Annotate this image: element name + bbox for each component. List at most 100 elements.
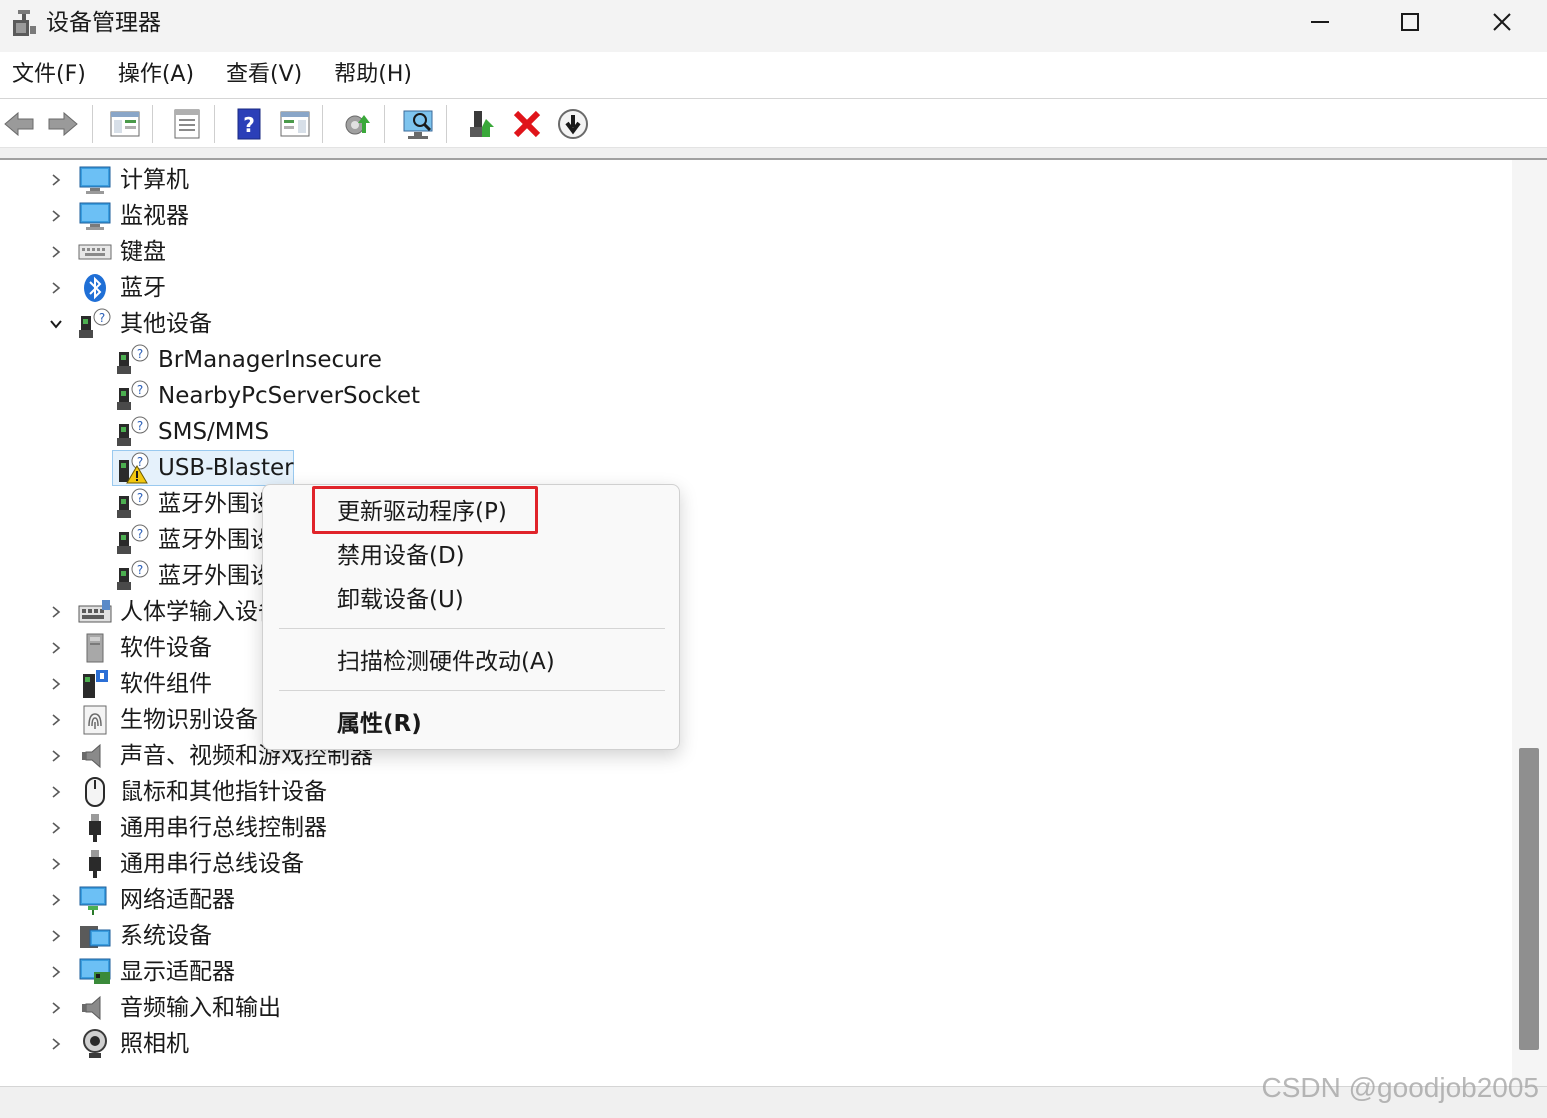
scan-hardware-button[interactable] [400,105,438,143]
back-button[interactable] [0,105,38,143]
chevron-right-icon[interactable] [44,234,68,270]
highlight-box [312,486,538,534]
scan-hardware-icon [403,110,433,139]
chevron-right-icon[interactable] [44,918,68,954]
tree-item-label: 软件组件 [120,671,212,697]
tree-item-label: BrManagerInsecure [158,347,382,373]
tree-item[interactable]: 照相机 [0,1026,1100,1062]
ctx-properties[interactable]: 属性(R) [337,707,422,741]
help-button[interactable]: ? [230,105,268,143]
tree-item[interactable]: 通用串行总线设备 [0,846,1100,882]
hid-icon [78,596,112,628]
toolbar: ? [0,98,1547,148]
watermark: CSDN @goodjob2005 [1261,1072,1539,1103]
tree-item-label: 键盘 [120,239,166,265]
ctx-scan-hardware[interactable]: 扫描检测硬件改动(A) [337,645,555,679]
unknown-device-icon: ? [116,416,150,448]
usb-icon [78,812,112,844]
forward-button[interactable] [44,105,82,143]
device-tree[interactable]: 计算机 监视器 键盘 蓝牙? 其他设备? BrManagerInsecure? Nearby… [0,160,1512,1086]
update-driver-button[interactable] [338,105,376,143]
menu-separator [279,628,665,629]
tree-item[interactable]: 监视器 [0,198,1100,234]
tree-item-label: 通用串行总线设备 [120,851,304,877]
tree-item[interactable]: 计算机 [0,162,1100,198]
chevron-right-icon[interactable] [44,666,68,702]
svg-text:?: ? [137,419,143,433]
monitor-icon [78,200,112,232]
chevron-right-icon[interactable] [44,882,68,918]
warning-device-icon: ? [116,452,150,484]
tree-item[interactable]: 蓝牙 [0,270,1100,306]
tree-item[interactable]: 音频输入和输出 [0,990,1100,1026]
minimize-button[interactable] [1274,0,1366,44]
network-adapter-icon [78,884,112,916]
tree-item[interactable]: ? BrManagerInsecure [0,342,1100,378]
tree-item-label: 鼠标和其他指针设备 [120,779,327,805]
menu-action[interactable]: 操作(A) [106,52,206,98]
tree-item[interactable]: 键盘 [0,234,1100,270]
chevron-right-icon[interactable] [44,594,68,630]
tree-item[interactable]: 通用串行总线控制器 [0,810,1100,846]
tree-item-label: USB-Blaster [158,455,294,481]
tree-item[interactable]: 网络适配器 [0,882,1100,918]
chevron-right-icon[interactable] [44,990,68,1026]
chevron-right-icon[interactable] [44,774,68,810]
tree-item[interactable]: 显示适配器 [0,954,1100,990]
chevron-right-icon[interactable] [44,162,68,198]
menu-file[interactable]: 文件(F) [0,52,98,98]
unknown-device-icon: ? [116,488,150,520]
tree-item[interactable]: 系统设备 [0,918,1100,954]
uninstall-device-button[interactable] [508,105,546,143]
close-button[interactable] [1456,0,1547,44]
maximize-button[interactable] [1364,0,1456,44]
chevron-right-icon[interactable] [44,702,68,738]
unknown-device-icon: ? [116,560,150,592]
chevron-right-icon[interactable] [44,738,68,774]
chevron-right-icon[interactable] [44,810,68,846]
toolbar-separator [446,105,447,143]
properties-button[interactable] [168,105,206,143]
toolbar-separator [384,105,385,143]
tree-item-label: 网络适配器 [120,887,235,913]
update-driver-icon [345,115,370,135]
chevron-right-icon[interactable] [44,198,68,234]
tree-item[interactable]: ? SMS/MMS [0,414,1100,450]
toolbar-separator [322,105,323,143]
tree-item[interactable]: ? 其他设备 [0,306,1100,342]
tree-item-label: 显示适配器 [120,959,235,985]
chevron-right-icon[interactable] [44,630,68,666]
tree-item-label: NearbyPcServerSocket [158,383,421,409]
mouse-icon [78,776,112,808]
enable-device-button[interactable] [464,105,502,143]
tree-item[interactable]: 鼠标和其他指针设备 [0,774,1100,810]
tree-item[interactable]: ? USB-Blaster [0,450,1100,486]
system-device-icon [78,920,112,952]
tree-item[interactable]: ? NearbyPcServerSocket [0,378,1100,414]
close-icon [1493,13,1511,31]
ctx-uninstall-device[interactable]: 卸载设备(U) [337,583,464,617]
chevron-down-icon[interactable] [44,306,68,342]
tree-item-label: 软件设备 [120,635,212,661]
tree-item-label: 监视器 [120,203,189,229]
action-pane-button[interactable] [276,105,314,143]
chevron-right-icon[interactable] [44,846,68,882]
display-adapter-icon [78,956,112,988]
disable-device-button[interactable] [554,105,592,143]
unknown-device-icon: ? [78,308,112,340]
chevron-right-icon[interactable] [44,1026,68,1062]
back-arrow-icon [4,111,34,137]
tree-item-label: 人体学输入设备 [120,599,281,625]
tree-item-label: 通用串行总线控制器 [120,815,327,841]
tree-item-label: 生物识别设备 [120,707,258,733]
menu-view[interactable]: 查看(V) [214,52,314,98]
ctx-disable-device[interactable]: 禁用设备(D) [337,539,465,573]
svg-text:?: ? [137,491,143,505]
chevron-right-icon[interactable] [44,270,68,306]
menu-help[interactable]: 帮助(H) [322,52,424,98]
menu-separator [279,690,665,691]
speaker-icon [78,992,112,1024]
scrollbar-thumb[interactable] [1519,748,1539,1050]
show-hide-tree-button[interactable] [106,105,144,143]
chevron-right-icon[interactable] [44,954,68,990]
